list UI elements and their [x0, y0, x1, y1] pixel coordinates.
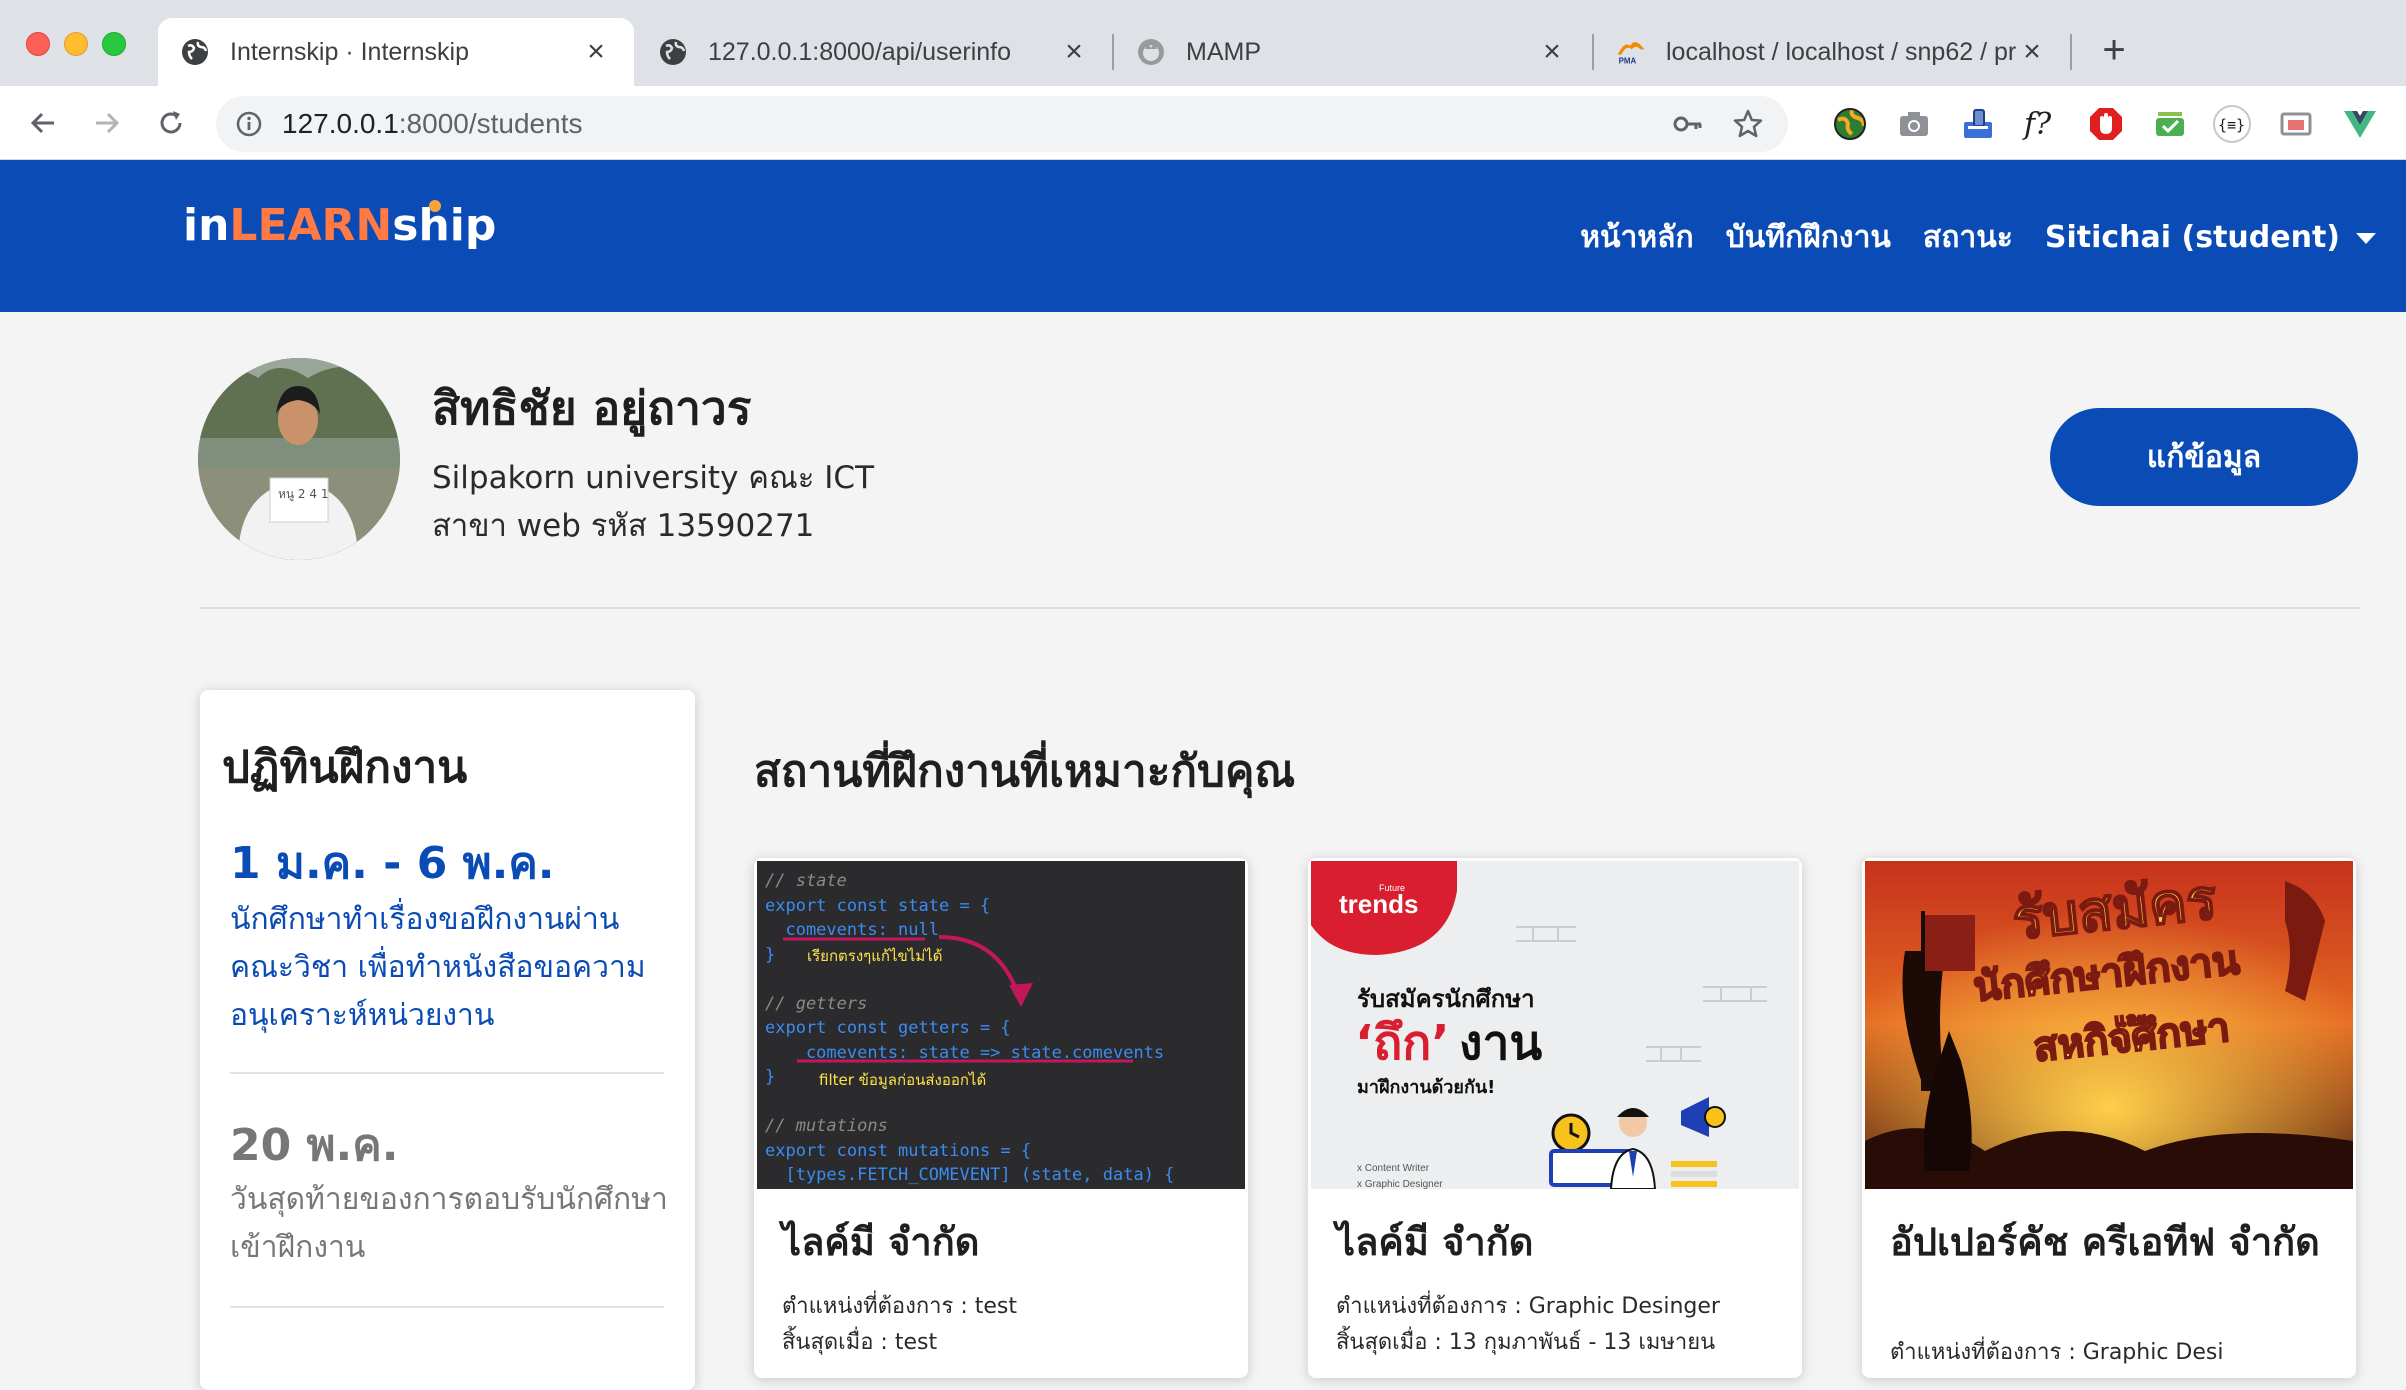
svg-text:f?: f?: [2022, 107, 2052, 142]
globe-icon: [658, 37, 688, 67]
company-position: ตำแหน่งที่ต้องการ : Graphic Desi: [1890, 1340, 2224, 1365]
vue-devtools-icon[interactable]: [2340, 104, 2380, 144]
tab-title: localhost / localhost / snp62 / pr: [1666, 37, 2016, 66]
profile-major: สาขา web รหัส 13590271: [432, 508, 815, 544]
company-card[interactable]: รับสมัคร นักศึกษาฝึกงาน และ สหกิจศึกษา อ…: [1862, 858, 2356, 1378]
camera-ext-icon[interactable]: [1894, 104, 1934, 144]
device-ext-icon[interactable]: [1958, 104, 1998, 144]
key-icon[interactable]: [1668, 104, 1708, 144]
tab-title: MAMP: [1186, 37, 1261, 66]
calendar-divider: [230, 1306, 664, 1308]
calendar-title: ปฏิทินฝึกงาน: [222, 742, 468, 793]
edit-profile-button[interactable]: แก้ข้อมูล: [2050, 408, 2358, 506]
cast-ext-icon[interactable]: [2276, 104, 2316, 144]
avatar: หนู 2 4 1: [198, 358, 400, 560]
close-tab-icon[interactable]: ×: [1058, 35, 1090, 68]
reload-button[interactable]: [148, 100, 194, 146]
company-position: ตำแหน่งที่ต้องการ : Graphic Desinger: [1336, 1294, 1720, 1319]
browser-tab-internskip[interactable]: Internskip · Internskip ×: [158, 18, 634, 86]
company-name: อัปเปอร์คัช ครีเอทีฟ จำกัด: [1890, 1220, 2320, 1264]
svg-text:x Graphic Designer: x Graphic Designer: [1357, 1179, 1443, 1189]
calendar-divider: [230, 1072, 664, 1074]
mamp-icon: [1136, 37, 1166, 67]
calendar-event-date: 20 พ.ค.: [230, 1120, 399, 1171]
recommend-section-title: สถานที่ฝึกงานที่เหมาะกับคุณ: [754, 746, 1296, 797]
svg-text:{≡}: {≡}: [2218, 116, 2245, 134]
code-note: filter ข้อมูลก่อนส่งออกได้: [819, 1071, 986, 1089]
section-divider: [200, 607, 2360, 609]
browser-tab-phpmyadmin[interactable]: PMA localhost / localhost / snp62 / pr ×: [1594, 18, 2070, 86]
svg-text:x Content Writer: x Content Writer: [1357, 1163, 1430, 1174]
tab-title: 127.0.0.1:8000/api/userinfo: [708, 37, 1012, 66]
arrow-right-icon: [96, 112, 120, 134]
browser-tab-userinfo[interactable]: 127.0.0.1:8000/api/userinfo ×: [636, 18, 1112, 86]
code-note: เรียกตรงๆแก้ไขไม่ได้: [807, 947, 943, 965]
user-menu-dropdown[interactable]: Sitichai (student): [2045, 220, 2376, 255]
close-tab-icon[interactable]: ×: [2016, 35, 2048, 68]
company-card[interactable]: // state export const state = { comevents…: [754, 858, 1248, 1378]
future-trends-thumbnail: Future trends รับสมัครนักศึกษา ‘ถึก’ งาน…: [1311, 861, 1799, 1189]
maximize-window-button[interactable]: [102, 32, 126, 56]
svg-text:PMA: PMA: [1619, 56, 1637, 65]
browser-tab-mamp[interactable]: MAMP ×: [1114, 18, 1590, 86]
company-name: ไลค์มี จำกัด: [782, 1220, 980, 1264]
svg-text:หนู 2 4 1: หนู 2 4 1: [278, 487, 328, 502]
phpmyadmin-icon: PMA: [1616, 37, 1646, 67]
site-info-icon[interactable]: [234, 109, 264, 139]
svg-text:trends: trends: [1339, 889, 1418, 919]
minimize-window-button[interactable]: [64, 32, 88, 56]
svg-text:‘ถึก’: ‘ถึก’: [1355, 1015, 1450, 1071]
calendar-event-desc: วันสุดท้ายของการตอบรับนักศึกษาเข้าฝึกงาน: [230, 1182, 668, 1265]
profile-name: สิทธิชัย อยู่ถาวร: [432, 381, 752, 435]
svg-text:มาฝึกงานด้วยกัน!: มาฝึกงานด้วยกัน!: [1357, 1077, 1495, 1098]
reload-icon: [160, 111, 182, 134]
company-card[interactable]: Future trends รับสมัครนักศึกษา ‘ถึก’ งาน…: [1308, 858, 1802, 1378]
profile-university: Silpakorn university คณะ ICT: [432, 460, 875, 496]
internship-calendar-card: ปฏิทินฝึกงาน 1 ม.ค. - 6 พ.ค. นักศึกษาทำเ…: [200, 690, 695, 1390]
chevron-down-icon: [2356, 233, 2376, 244]
code-annotation-overlay: เรียกตรงๆแก้ไขไม่ได้ filter ข้อมูลก่อนส่…: [783, 935, 1133, 1089]
site-navbar: inLEARNship หน้าหลัก บันทึกฝึกงาน สถานะ …: [0, 160, 2406, 312]
nav-home-link[interactable]: หน้าหลัก: [1580, 214, 1693, 261]
upper-cut-thumbnail: รับสมัคร นักศึกษาฝึกงาน และ สหกิจศึกษา: [1865, 861, 2353, 1189]
tab-separator: [2070, 34, 2072, 70]
close-window-button[interactable]: [26, 32, 50, 56]
url-text[interactable]: 127.0.0.1:8000/students: [282, 108, 1668, 140]
adblock-ext-icon[interactable]: [2086, 104, 2126, 144]
main-menu: หน้าหลัก บันทึกฝึกงาน สถานะ Sitichai (st…: [1580, 214, 2376, 261]
arrow-left-icon: [30, 112, 54, 134]
back-button[interactable]: [20, 100, 66, 146]
function-ext-icon[interactable]: f?: [2022, 104, 2062, 144]
nav-status-link[interactable]: สถานะ: [1923, 214, 2013, 261]
site-logo[interactable]: inLEARNship: [183, 200, 496, 251]
bookmark-star-icon[interactable]: [1728, 104, 1768, 144]
new-tab-button[interactable]: +: [2094, 28, 2134, 72]
user-name: Sitichai (student): [2044, 220, 2340, 255]
svg-text:รับสมัครนักศึกษา: รับสมัครนักศึกษา: [1357, 985, 1535, 1013]
close-tab-icon[interactable]: ×: [1536, 35, 1568, 68]
calendar-event-date: 1 ม.ค. - 6 พ.ค.: [230, 838, 555, 889]
json-ext-icon[interactable]: {≡}: [2212, 104, 2252, 144]
calendar-event-desc: นักศึกษาทำเรื่องขอฝึกงานผ่านคณะวิชา เพื่…: [230, 902, 646, 1033]
nav-journal-link[interactable]: บันทึกฝึกงาน: [1726, 214, 1891, 261]
browser-toolbar: 127.0.0.1:8000/students f? {≡}: [0, 86, 2406, 160]
company-deadline: สิ้นสุดเมื่อ : test: [782, 1330, 938, 1355]
company-deadline: สิ้นสุดเมื่อ : 13 กุมภาพันธ์ - 13 เมษายน: [1336, 1330, 1716, 1355]
svg-text:งาน: งาน: [1459, 1015, 1542, 1071]
check-ext-icon[interactable]: [2150, 104, 2190, 144]
browser-tabstrip: Internskip · Internskip × 127.0.0.1:8000…: [0, 0, 2406, 86]
company-position: ตำแหน่งที่ต้องการ : test: [782, 1294, 1017, 1319]
logo-dot-icon: [429, 200, 441, 212]
address-bar[interactable]: 127.0.0.1:8000/students: [216, 96, 1788, 152]
forward-button[interactable]: [84, 100, 130, 146]
close-tab-icon[interactable]: ×: [580, 35, 612, 68]
globe-icon: [180, 37, 210, 67]
globe-ext-icon[interactable]: [1830, 104, 1870, 144]
tab-title: Internskip · Internskip: [230, 37, 469, 66]
company-name: ไลค์มี จำกัด: [1336, 1220, 1534, 1264]
